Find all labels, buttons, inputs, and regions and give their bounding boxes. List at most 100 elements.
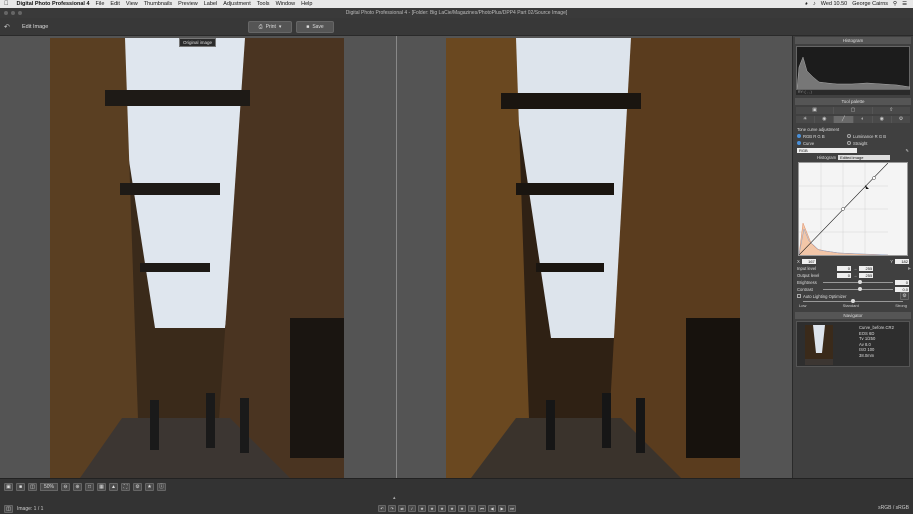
brightness-slider[interactable]: [823, 279, 893, 284]
tab-picture-style-icon[interactable]: ☀: [796, 116, 815, 123]
tab-lens-icon[interactable]: ⚙: [891, 116, 911, 123]
output-max-field[interactable]: 255: [859, 272, 874, 278]
tab-export-icon[interactable]: ⇧: [872, 107, 910, 114]
last-image-icon[interactable]: ⏭: [508, 505, 516, 512]
rotate-left-icon[interactable]: ↶: [378, 505, 386, 512]
eyedropper-icon[interactable]: ✎: [905, 148, 909, 153]
strength-knob[interactable]: [851, 299, 855, 303]
strength-slider[interactable]: [803, 299, 903, 303]
input-max-field[interactable]: 255: [859, 265, 874, 271]
rotate-right-icon[interactable]: ↷: [388, 505, 396, 512]
panel-collapse-handle[interactable]: ▸: [908, 265, 911, 272]
prev-image-icon[interactable]: ◀: [488, 505, 496, 512]
close-window-button[interactable]: [4, 11, 8, 15]
histogram-select[interactable]: Edited image: [838, 154, 891, 160]
af-point-icon[interactable]: □: [85, 483, 95, 491]
zoom-out-icon[interactable]: ⊖: [61, 483, 71, 491]
input-min-field[interactable]: 0: [837, 265, 851, 271]
image-info: Curve_before.CR2 EOS 6D Tv 1/250 Av 8.0 …: [859, 325, 894, 358]
wifi-icon[interactable]: ◕: [805, 1, 808, 7]
volume-icon[interactable]: ♪: [813, 1, 816, 7]
clock[interactable]: Wed 10.50: [821, 1, 848, 7]
tone-curve-graph[interactable]: [798, 162, 908, 256]
original-image[interactable]: [50, 38, 344, 478]
info-toggle-icon[interactable]: ⓘ: [157, 483, 167, 491]
star-3-icon[interactable]: ★: [438, 505, 446, 512]
grid-icon[interactable]: ▦: [97, 483, 107, 491]
original-image-tooltip: Original image: [179, 38, 217, 47]
curve-radio[interactable]: [797, 141, 801, 145]
contrast-knob[interactable]: [858, 286, 862, 291]
auto-lighting-label: Auto Lighting Optimizer: [803, 293, 847, 299]
next-image-icon[interactable]: ▶: [498, 505, 506, 512]
star-5-icon[interactable]: ★: [458, 505, 466, 512]
brightness-row: Brightness 0: [797, 279, 909, 285]
menu-window[interactable]: Window: [276, 1, 296, 7]
apple-icon[interactable]: : [4, 1, 9, 7]
user-name[interactable]: George Cairns: [852, 1, 888, 7]
rating-icon[interactable]: ★: [145, 483, 155, 491]
curve-y-input[interactable]: 182: [895, 258, 909, 264]
menu-view[interactable]: View: [126, 1, 138, 7]
check-mark-icon[interactable]: ✓: [408, 505, 416, 512]
zoom-in-icon[interactable]: ⊕: [73, 483, 83, 491]
reject-icon[interactable]: ✕: [468, 505, 476, 512]
menu-edit[interactable]: Edit: [110, 1, 119, 7]
tab-crop-icon[interactable]: ▢: [834, 107, 872, 114]
menu-thumbnails[interactable]: Thumbnails: [144, 1, 172, 7]
thumbnail-strip-icon[interactable]: ◫: [4, 505, 13, 513]
menu-label[interactable]: Label: [204, 1, 217, 7]
tab-detail-icon[interactable]: ◉: [872, 116, 891, 123]
contrast-field[interactable]: 0.0: [895, 286, 909, 292]
zoom-window-button[interactable]: [18, 11, 22, 15]
display-settings-icon[interactable]: ⚙: [133, 483, 143, 491]
menu-preview[interactable]: Preview: [178, 1, 198, 7]
output-level-row: Output level 0 → 255: [797, 272, 909, 278]
mode-rgb-radio[interactable]: [797, 134, 801, 138]
navigator-header[interactable]: Navigator: [795, 312, 911, 319]
strength-labels: Low Standard Strong: [799, 303, 907, 308]
brightness-field[interactable]: 0: [895, 279, 909, 285]
edited-image[interactable]: [446, 38, 740, 478]
tab-camera-icon[interactable]: ◉: [815, 116, 834, 123]
auto-lighting-settings-icon[interactable]: ⚙: [900, 292, 909, 300]
auto-lighting-checkbox[interactable]: [797, 294, 801, 298]
menu-file[interactable]: File: [96, 1, 105, 7]
minimize-window-button[interactable]: [11, 11, 15, 15]
first-image-icon[interactable]: ⏮: [478, 505, 486, 512]
back-arrow-icon[interactable]: ↶: [4, 23, 10, 31]
straight-radio[interactable]: [847, 141, 851, 145]
tool-palette-header[interactable]: Tool palette: [795, 98, 911, 105]
expand-filmstrip-icon[interactable]: ▴: [393, 495, 396, 501]
flip-icon[interactable]: ⇄: [398, 505, 406, 512]
menu-tools[interactable]: Tools: [257, 1, 270, 7]
tab-color-icon[interactable]: ◐: [853, 116, 872, 123]
brightness-knob[interactable]: [858, 279, 862, 284]
single-view-icon[interactable]: ■: [16, 483, 25, 491]
channel-select[interactable]: RGB: [797, 147, 857, 153]
tab-tone-curve-icon[interactable]: ╱: [834, 116, 853, 123]
mode-luminance-radio[interactable]: [847, 134, 851, 138]
histogram-header[interactable]: Histogram: [795, 37, 911, 44]
search-icon[interactable]: ⚲: [893, 1, 897, 7]
star-2-icon[interactable]: ★: [428, 505, 436, 512]
compare-view-icon[interactable]: ◫: [28, 483, 37, 491]
guide-icon[interactable]: ⛶: [121, 483, 131, 491]
app-menu[interactable]: Digital Photo Professional 4: [17, 1, 90, 7]
curve-x-input[interactable]: 167: [801, 258, 816, 264]
print-button[interactable]: ⎙ Print ▾: [248, 21, 292, 33]
highlight-warning-icon[interactable]: ▲: [109, 483, 119, 491]
list-icon[interactable]: ☰: [902, 1, 907, 7]
menu-help[interactable]: Help: [301, 1, 312, 7]
navigator-thumbnail[interactable]: [805, 325, 833, 365]
compare-divider[interactable]: [396, 36, 397, 478]
star-4-icon[interactable]: ★: [448, 505, 456, 512]
tab-basic-icon[interactable]: ▣: [796, 107, 834, 114]
zoom-select[interactable]: 50%: [40, 483, 59, 491]
output-min-field[interactable]: 0: [837, 272, 851, 278]
contrast-slider[interactable]: [823, 286, 893, 291]
save-button[interactable]: ■ Save: [296, 21, 334, 33]
star-1-icon[interactable]: ★: [418, 505, 426, 512]
menu-adjustment[interactable]: Adjustment: [223, 1, 251, 7]
fit-icon[interactable]: ▣: [4, 483, 13, 491]
